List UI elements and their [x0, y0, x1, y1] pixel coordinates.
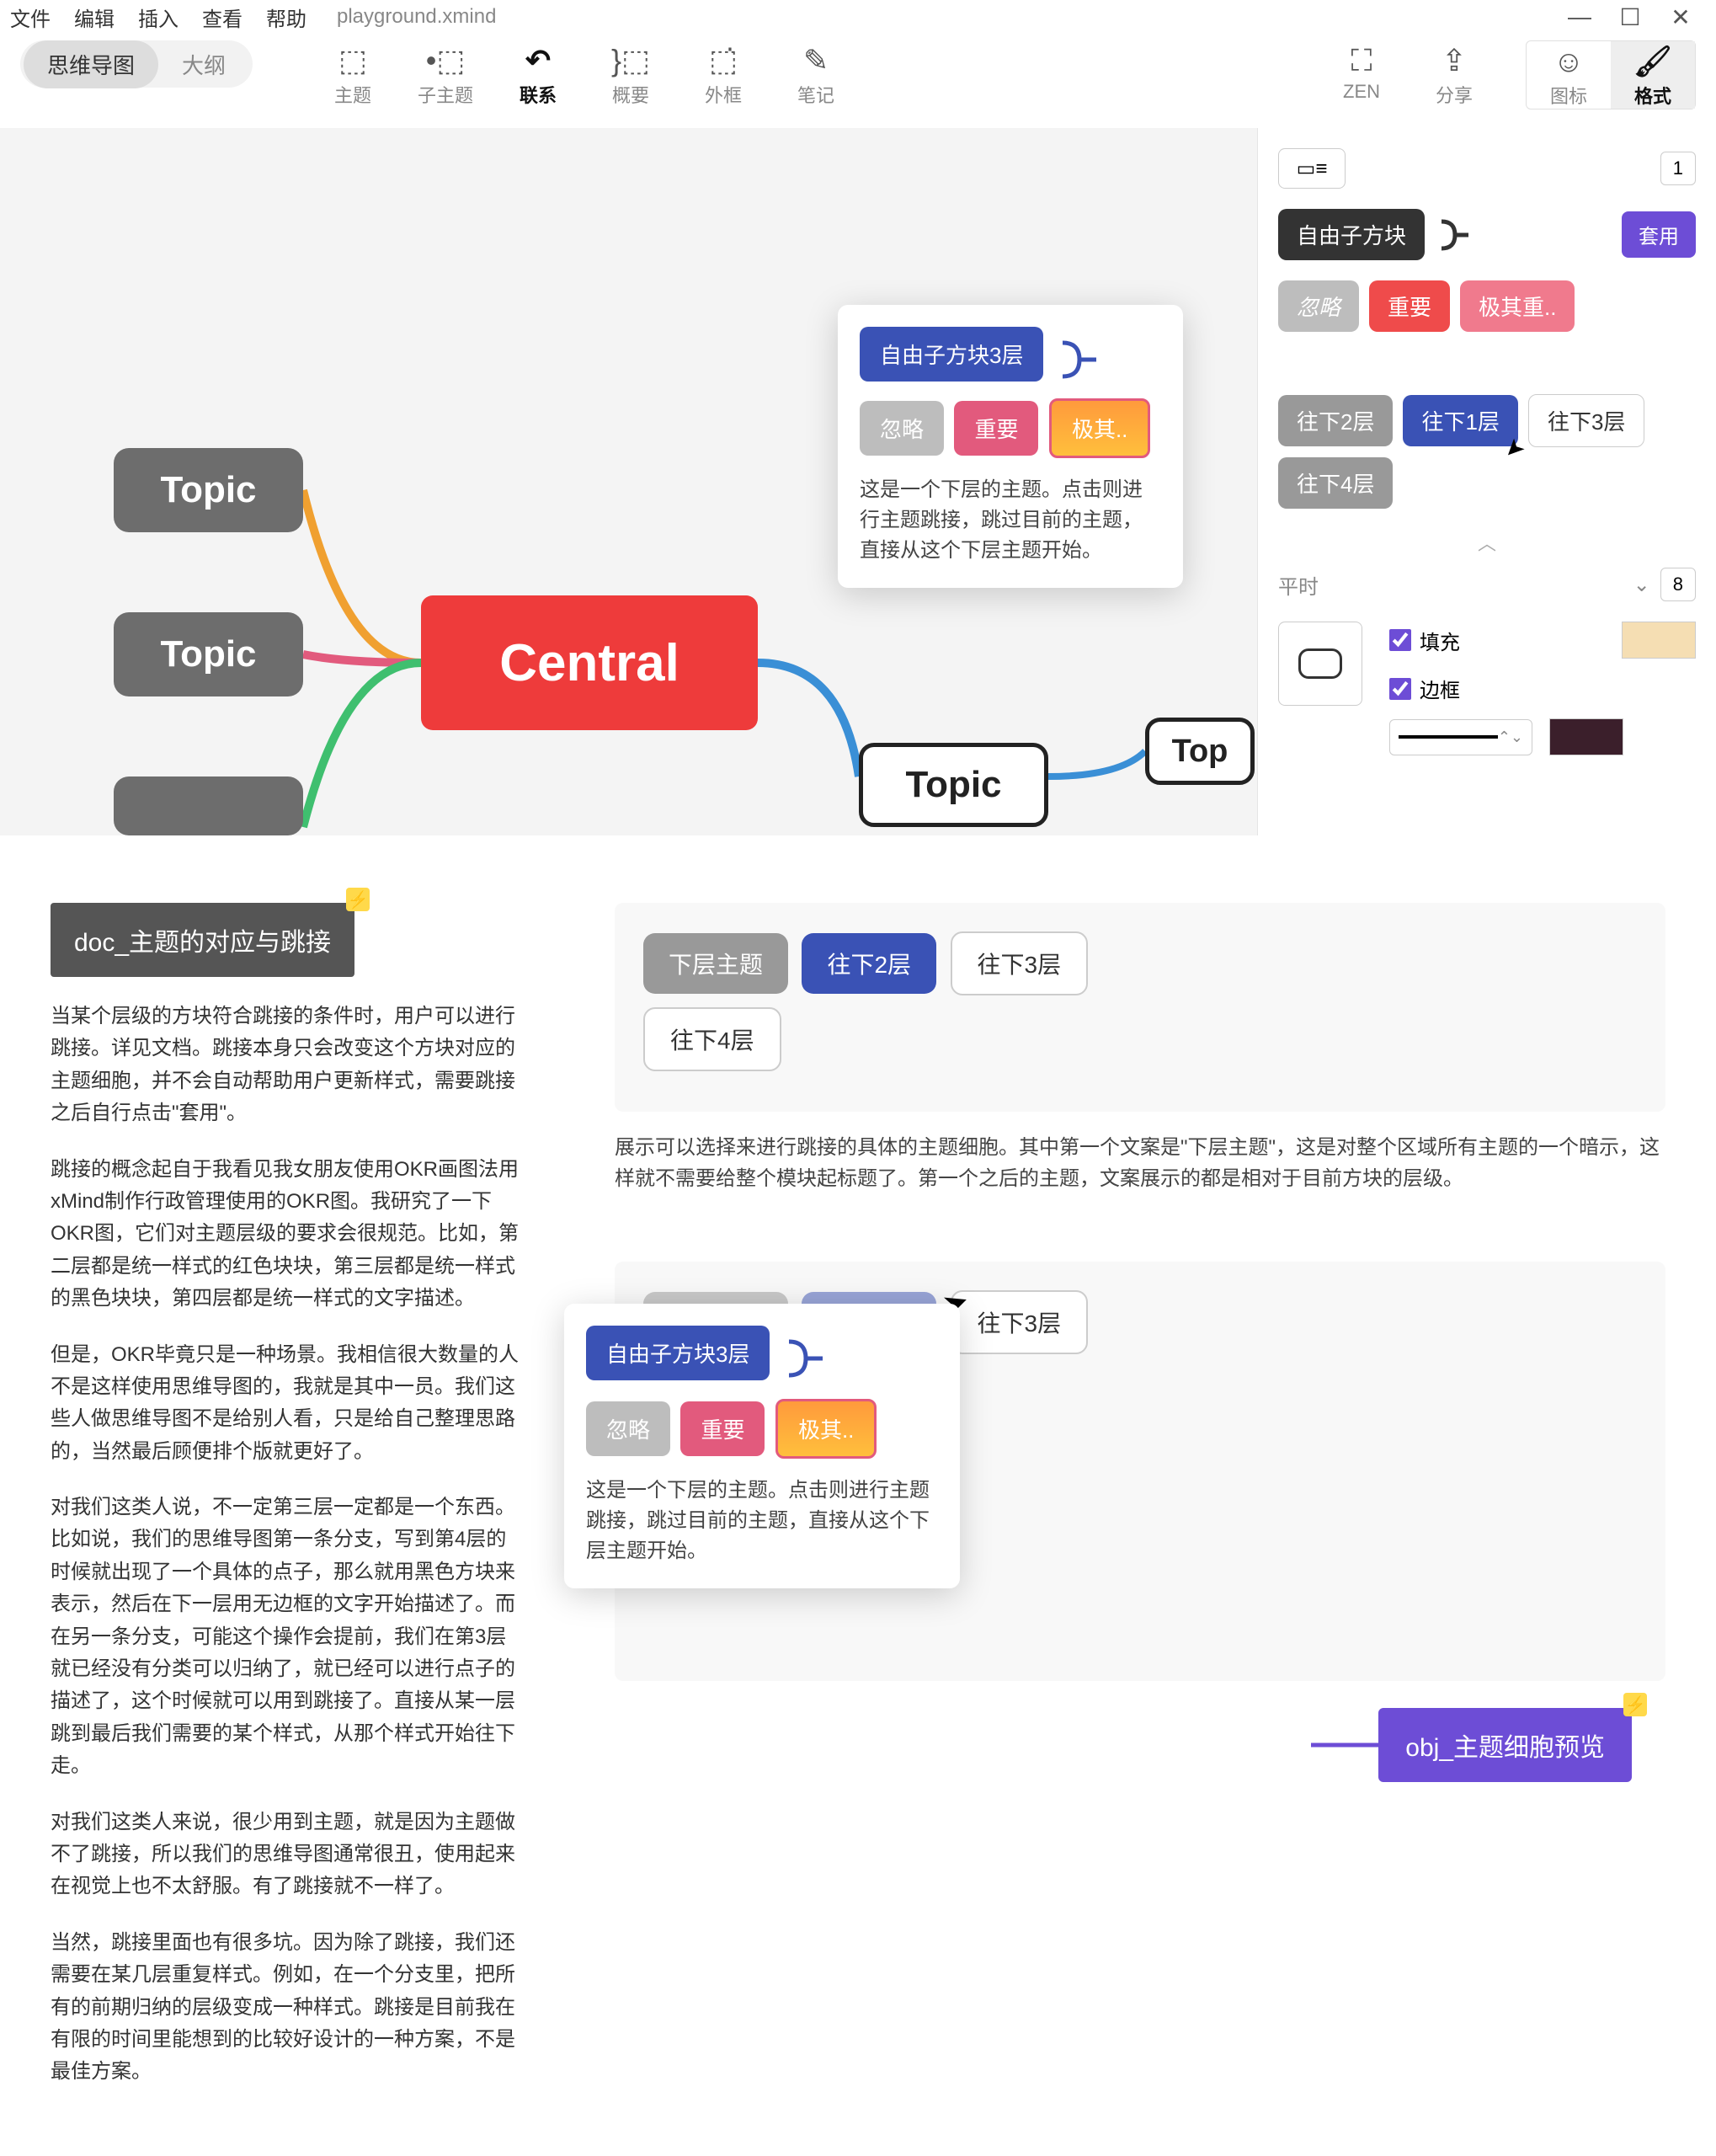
central-node[interactable]: Central: [421, 595, 758, 730]
brace-icon: [781, 1333, 831, 1384]
smile-icon: ☺: [1553, 41, 1585, 82]
lightning-icon: ⚡: [1623, 1693, 1647, 1716]
chip-important[interactable]: 重要: [1369, 280, 1450, 332]
chip-free-block[interactable]: 自由子方块: [1278, 209, 1425, 260]
chip-down2[interactable]: 往下2层: [1278, 395, 1393, 446]
btn-relation[interactable]: ↶联系: [492, 40, 584, 108]
popup-chip-ignore[interactable]: 忽略: [860, 401, 944, 456]
checkbox-fill[interactable]: 填充: [1389, 626, 1460, 655]
topic-node-5[interactable]: Top: [1145, 718, 1255, 785]
chip-ignore[interactable]: 忽略: [1278, 280, 1359, 332]
btn-share[interactable]: ⇪分享: [1408, 40, 1500, 108]
btn-boundary[interactable]: ⬚̇外框: [677, 40, 770, 108]
topic-preview-popup: 自由子方块3层 忽略 重要 极其.. 这是一个下层的主题。点击则进行主题跳接，跳…: [838, 305, 1183, 588]
btn-zen[interactable]: ⛶ZEN: [1315, 40, 1408, 103]
doc-title: doc_主题的对应与跳接 ⚡: [51, 903, 354, 977]
menu-view[interactable]: 查看: [202, 3, 242, 32]
checkbox-border[interactable]: 边框: [1389, 674, 1460, 703]
doc-left: doc_主题的对应与跳接 ⚡ 当某个层级的方块符合跳接的条件时，用户可以进行跳接…: [51, 903, 522, 2089]
menu-insert[interactable]: 插入: [138, 3, 179, 32]
btn-icon-panel[interactable]: ☺图标: [1527, 41, 1611, 109]
menubar: 文件 编辑 插入 查看 帮助 playground.xmind — ☐ ✕: [0, 0, 1716, 34]
lightning-icon: ⚡: [346, 888, 370, 911]
apply-button[interactable]: 套用: [1622, 211, 1696, 258]
note-icon: ✎: [803, 40, 829, 81]
doc-section: doc_主题的对应与跳接 ⚡ 当某个层级的方块符合跳接的条件时，用户可以进行跳接…: [0, 835, 1716, 2156]
fill-color-swatch[interactable]: [1622, 622, 1696, 659]
doc-p2: 跳接的概念起自于我看见我女朋友使用OKR画图法用xMind制作行政管理使用的OK…: [51, 1154, 522, 1315]
window-maximize-icon[interactable]: ☐: [1605, 3, 1655, 31]
btn-subtopic[interactable]: •⬚子主题: [399, 40, 492, 108]
chip-very[interactable]: 极其重..: [1460, 280, 1575, 332]
doc-p3: 但是，OKR毕竟只是一种场景。我相信很大数量的人不是这样使用思维导图的，我就是其…: [51, 1339, 522, 1469]
topic-preview-popup-2: 自由子方块3层 忽略 重要 极其.. 这是一个下层的主题。点击则进行主题跳接，跳…: [564, 1304, 960, 1588]
popup2-chip-very[interactable]: 极其..: [775, 1399, 877, 1459]
boundary-icon: ⬚̇: [709, 40, 738, 81]
obj-title: obj_主题细胞预览 ⚡: [1378, 1708, 1632, 1782]
window-close-icon[interactable]: ✕: [1655, 3, 1706, 31]
summary-icon: }⬚: [611, 40, 650, 81]
menu-help[interactable]: 帮助: [266, 3, 306, 32]
view-outline[interactable]: 大纲: [158, 40, 249, 88]
popup-desc: 这是一个下层的主题。点击则进行主题跳接，跳过目前的主题，直接从这个下层主题开始。: [860, 475, 1161, 566]
btn-format-panel[interactable]: 🖌格式: [1611, 41, 1695, 109]
popup-chip-very[interactable]: 极其..: [1049, 398, 1150, 458]
line-style-select[interactable]: ⌃⌄: [1389, 719, 1532, 755]
btn-note[interactable]: ✎笔记: [770, 40, 862, 108]
shape-preview-box[interactable]: [1278, 622, 1362, 706]
doc-p6: 当然，跳接里面也有很多坑。因为除了跳接，我们还需要在某几层重复样式。例如，在一个…: [51, 1927, 522, 2089]
mindmap-canvas[interactable]: Central Topic Topic Topic Top 自由子方块3层 忽略…: [0, 128, 1257, 835]
shape-dropdown[interactable]: ▭≡: [1278, 148, 1346, 189]
topic-icon: ⬚: [338, 40, 367, 81]
dropdown-chevron-icon[interactable]: ⌄: [1633, 573, 1650, 597]
brush-icon: 🖌: [1633, 41, 1672, 82]
popup-chip-important[interactable]: 重要: [954, 401, 1038, 456]
popup2-title-chip: 自由子方块3层: [586, 1326, 770, 1380]
collapse-icon[interactable]: ︿: [1278, 529, 1696, 556]
count-badge-8: 8: [1660, 568, 1696, 601]
doc-p5: 对我们这类人来说，很少用到主题，就是因为主题做不了跳接，所以我们的思维导图通常很…: [51, 1806, 522, 1903]
popup2-chip-ignore[interactable]: 忽略: [586, 1401, 670, 1456]
topic-node-3[interactable]: [114, 776, 303, 835]
btn-down3-2[interactable]: 往下3层: [951, 1290, 1089, 1354]
window-minimize-icon[interactable]: —: [1554, 3, 1605, 30]
share-icon: ⇪: [1442, 40, 1467, 81]
relation-icon: ↶: [525, 40, 551, 81]
zen-icon: ⛶: [1351, 40, 1372, 81]
btn-down2[interactable]: 往下2层: [802, 933, 936, 994]
btn-down3[interactable]: 往下3层: [951, 931, 1089, 995]
toolbar: 思维导图 大纲 ⬚主题 •⬚子主题 ↶联系 }⬚概要 ⬚̇外框 ✎笔记 ⛶ZEN…: [0, 34, 1716, 128]
topic-node-2[interactable]: Topic: [114, 612, 303, 696]
btn-summary[interactable]: }⬚概要: [584, 40, 677, 108]
doc-p1: 当某个层级的方块符合跳接的条件时，用户可以进行跳接。详见文档。跳接本身只会改变这…: [51, 1001, 522, 1130]
doc-p4: 对我们这类人说，不一定第三层一定都是一个东西。比如说，我们的思维导图第一条分支，…: [51, 1492, 522, 1783]
topic-node-4[interactable]: Topic: [859, 743, 1048, 827]
jump-options-card-1: 下层主题 往下2层 往下3层 往下4层: [615, 903, 1665, 1112]
menu-edit[interactable]: 编辑: [74, 3, 115, 32]
label-normal: 平时: [1278, 570, 1319, 600]
btn-topic[interactable]: ⬚主题: [306, 40, 399, 108]
view-switch: 思维导图 大纲: [20, 40, 253, 88]
menu-file[interactable]: 文件: [10, 3, 51, 32]
chip-down4[interactable]: 往下4层: [1278, 457, 1393, 509]
view-mindmap[interactable]: 思维导图: [24, 40, 158, 88]
filename: playground.xmind: [337, 5, 496, 29]
popup-title-chip: 自由子方块3层: [860, 327, 1043, 382]
chip-down3[interactable]: 往下3层: [1528, 394, 1644, 447]
jump-note: 展示可以选择来进行跳接的具体的主题细胞。其中第一个文案是"下层主题"，这是对整个…: [615, 1132, 1665, 1194]
brace-icon: [1435, 215, 1475, 255]
btn-down4[interactable]: 往下4层: [643, 1007, 781, 1071]
btn-lower-topic[interactable]: 下层主题: [643, 933, 788, 994]
topic-node-1[interactable]: Topic: [114, 448, 303, 532]
popup2-desc: 这是一个下层的主题。点击则进行主题跳接，跳过目前的主题，直接从这个下层主题开始。: [586, 1476, 938, 1566]
popup2-chip-important[interactable]: 重要: [680, 1401, 765, 1456]
doc-right: 下层主题 往下2层 往下3层 往下4层 展示可以选择来进行跳接的具体的主题细胞。…: [615, 903, 1665, 2089]
count-badge-1: 1: [1660, 152, 1696, 185]
border-color-swatch[interactable]: [1549, 718, 1623, 755]
brace-icon: [1054, 334, 1105, 385]
obj-connector: [1311, 1720, 1378, 1770]
subtopic-icon: •⬚: [426, 40, 466, 81]
format-sidebar: ▭≡ 1 自由子方块 套用 忽略 重要 极其重.. 往下2层 往下1层 往下3层…: [1257, 128, 1716, 835]
chip-down1[interactable]: 往下1层: [1403, 395, 1517, 446]
